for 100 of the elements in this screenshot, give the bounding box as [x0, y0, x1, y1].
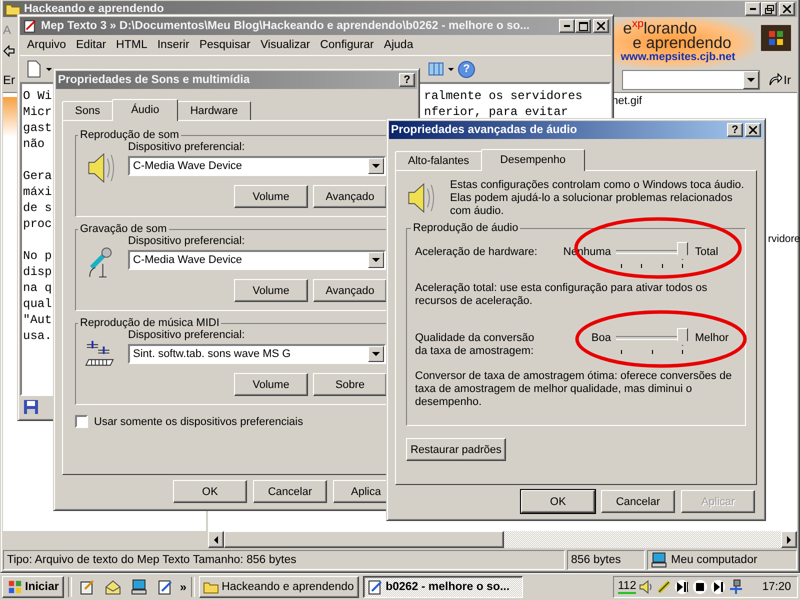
caret-icon[interactable] — [46, 68, 52, 70]
close-icon — [749, 126, 757, 134]
right-arrow-icon[interactable] — [787, 536, 791, 544]
computer-icon[interactable] — [130, 579, 147, 595]
computer-icon — [651, 552, 667, 568]
more-button[interactable]: » — [180, 580, 187, 594]
caret-icon[interactable] — [448, 68, 454, 70]
tab[interactable]: Desempenho — [481, 149, 585, 171]
slider-track[interactable] — [616, 242, 688, 270]
menu-item[interactable]: Visualizar — [255, 39, 316, 51]
menu-item[interactable]: Pesquisar — [194, 39, 256, 51]
status-text: 856 bytes — [567, 550, 645, 570]
logo-text: e$^{xp}$lorando — [623, 17, 697, 36]
text-line: nferior, para evitar — [424, 105, 568, 119]
group-title: Reprodução de áudio — [412, 222, 520, 234]
dropdown-arrow-icon[interactable] — [372, 258, 380, 262]
tab[interactable]: Hardware — [177, 101, 251, 120]
dialog-button[interactable]: Sobre — [313, 373, 387, 396]
window-title: Propriedades de Sons e multimídia — [58, 74, 251, 86]
play-pause-icon[interactable] — [674, 579, 690, 595]
text-line: Micr — [23, 105, 52, 119]
dialog-button[interactable]: OK — [521, 490, 595, 513]
menu-item[interactable]: Configurar — [315, 39, 379, 51]
field-label: Dispositivo preferencial: — [128, 329, 246, 341]
menu-item[interactable]: Arquivo — [22, 39, 71, 51]
help-button[interactable]: ? — [727, 123, 743, 137]
windows-flag-picture — [761, 25, 791, 51]
text-line: No p — [23, 249, 52, 263]
windows-flag-icon — [7, 580, 23, 594]
tab[interactable]: Sons — [62, 101, 114, 120]
restore-icon — [764, 4, 774, 14]
close-icon — [597, 22, 605, 30]
notepad-pencil-icon[interactable] — [78, 579, 95, 595]
dialog-button[interactable]: Avançado — [313, 279, 387, 302]
dialog-button[interactable]: OK — [173, 480, 247, 503]
dropdown-arrow-icon[interactable] — [372, 352, 380, 356]
folder-icon — [202, 580, 219, 594]
restore-defaults-button[interactable]: Restaurar padrões — [406, 438, 506, 461]
text-line: usa. — [23, 329, 52, 343]
status-text: Meu computador — [671, 554, 758, 566]
menu-item[interactable]: Editar — [71, 39, 112, 51]
cpu-meter[interactable]: 112 — [618, 580, 636, 594]
volume-icon[interactable] — [638, 579, 654, 595]
window-title: Mep Texto 3 » D:\Documentos\Meu Blog\Hackeando e aprendendo\b0262 - melhore o so... — [41, 20, 531, 32]
checkbox[interactable] — [75, 415, 88, 428]
horizontal-scrollbar[interactable] — [208, 531, 797, 548]
notepad-icon[interactable] — [156, 579, 173, 595]
text-line: disp — [23, 265, 52, 279]
new-document-icon[interactable] — [26, 60, 42, 78]
group-title: Gravação de som — [79, 223, 168, 235]
device-dropdown[interactable]: C-Media Wave Device — [128, 250, 386, 270]
left-arrow-icon[interactable] — [214, 536, 218, 544]
menu-item[interactable]: HTML — [111, 39, 152, 51]
notepad-icon — [366, 579, 383, 595]
network-computer-icon[interactable] — [728, 579, 744, 595]
dialog-button[interactable]: Volume — [234, 373, 308, 396]
device-dropdown[interactable]: C-Media Wave Device — [128, 156, 386, 176]
text-line: ralmente os servidores — [424, 89, 582, 103]
text-line: O Wi — [23, 89, 52, 103]
menu-item[interactable]: Inserir — [152, 39, 194, 51]
stop-icon[interactable] — [692, 579, 708, 595]
close-button[interactable] — [745, 123, 761, 137]
save-icon[interactable] — [24, 400, 38, 414]
maximize-icon — [578, 22, 588, 30]
dialog-button[interactable]: Cancelar — [253, 480, 327, 503]
dropdown-arrow-icon[interactable] — [746, 78, 755, 82]
device-dropdown[interactable]: Sint. softw.tab. sons wave MS G — [128, 344, 386, 364]
dialog-button[interactable]: Cancelar — [601, 490, 675, 513]
address-field[interactable] — [622, 70, 760, 90]
taskbar-button[interactable]: b0262 - melhore o so... — [362, 576, 523, 598]
taskbar-button[interactable]: Hackeando e aprendendo — [198, 576, 359, 598]
text-line: de s — [23, 201, 52, 215]
envelope-icon[interactable] — [104, 579, 121, 595]
slider-label: Total — [695, 245, 720, 258]
dialog-button[interactable]: Volume — [234, 185, 308, 208]
start-button[interactable]: Iniciar — [2, 576, 64, 598]
logo-text: e aprendendo — [632, 36, 732, 52]
slider-thumb[interactable] — [677, 242, 688, 260]
window-title: Hackeando e aprendendo — [24, 3, 165, 15]
window-title: Propriedades avançadas de áudio — [391, 124, 578, 136]
next-track-icon[interactable] — [710, 579, 726, 595]
slider-track[interactable] — [616, 328, 688, 356]
dialog-button[interactable]: Avançado — [313, 185, 387, 208]
group-title: Reprodução de música MIDI — [79, 317, 220, 329]
speaker-icon — [86, 151, 114, 185]
menu-item[interactable]: Ajuda — [378, 39, 418, 51]
text-line: máxi — [23, 185, 52, 199]
status-text: Tipo: Arquivo de texto do Mep Texto Tamanho: 856 bytes — [3, 550, 565, 570]
speaker-icon — [406, 181, 434, 215]
back-arrow-icon[interactable] — [3, 45, 15, 57]
image-placeholder — [3, 97, 17, 137]
dialog-button[interactable]: Volume — [234, 279, 308, 302]
text-line: "Aut — [23, 313, 52, 327]
text-line: qual — [23, 297, 52, 311]
tab[interactable]: Áudio — [112, 99, 178, 121]
dropdown-arrow-icon[interactable] — [372, 164, 380, 168]
tab[interactable]: Alto-falantes — [395, 151, 482, 170]
field-label: Dispositivo preferencial: — [128, 235, 246, 247]
setting-label: Qualidade da conversão da taxa de amostragem: — [415, 331, 536, 358]
slider-thumb[interactable] — [677, 328, 688, 346]
